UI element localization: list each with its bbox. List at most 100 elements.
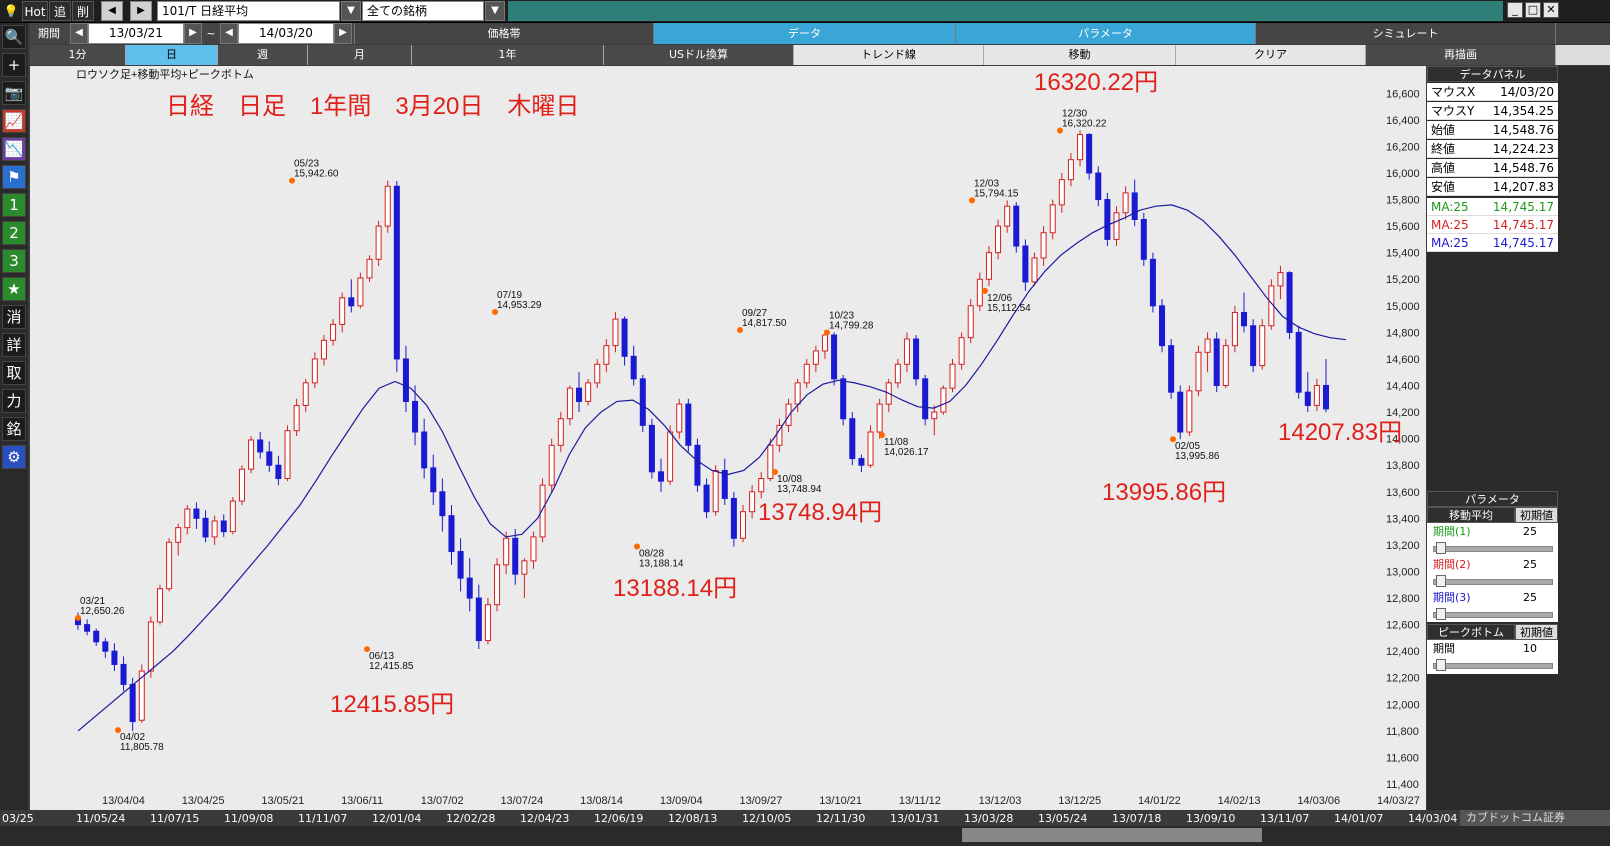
toolbar-button-13[interactable]: 力: [2, 389, 26, 413]
candle-body[interactable]: [621, 318, 628, 357]
candle-body[interactable]: [302, 382, 309, 406]
ma-period-slider[interactable]: [1433, 542, 1553, 554]
toolbar-button-10[interactable]: 消: [2, 305, 26, 329]
candle-body[interactable]: [1195, 351, 1202, 392]
gear-icon[interactable]: ⚙: [2, 445, 26, 469]
candle-body[interactable]: [931, 411, 938, 420]
flag-icon[interactable]: ⚑: [2, 165, 26, 189]
tab-simulate[interactable]: シミュレート: [1256, 23, 1556, 44]
date-from-next-button[interactable]: ▶: [184, 23, 202, 44]
tab-1year[interactable]: 1年: [412, 45, 604, 65]
ma-slider-knob[interactable]: [1436, 575, 1446, 587]
close-icon[interactable]: ✕: [1543, 2, 1559, 18]
candle-body[interactable]: [840, 378, 847, 420]
candle-body[interactable]: [494, 564, 501, 606]
candle-body[interactable]: [393, 185, 400, 360]
ma-init-button[interactable]: 初期値: [1515, 507, 1558, 523]
candle-body[interactable]: [639, 378, 646, 426]
delete-button[interactable]: 削: [72, 1, 94, 21]
candle-body[interactable]: [1058, 179, 1065, 206]
candle-body[interactable]: [220, 520, 227, 533]
candle-body[interactable]: [484, 604, 491, 642]
candle-body[interactable]: [676, 403, 683, 433]
candle-body[interactable]: [193, 508, 200, 519]
candle-body[interactable]: [794, 382, 801, 405]
toolbar-button-7[interactable]: 2: [2, 221, 26, 245]
history-date-label[interactable]: 13/11/07: [1260, 812, 1309, 825]
candle-body[interactable]: [248, 439, 255, 470]
tab-parameter[interactable]: パラメータ: [956, 23, 1256, 44]
candle-body[interactable]: [758, 477, 765, 493]
candle-body[interactable]: [284, 430, 291, 479]
candle-body[interactable]: [93, 630, 100, 643]
toolbar-button-11[interactable]: 詳: [2, 333, 26, 357]
candle-body[interactable]: [1295, 331, 1302, 393]
candle-body[interactable]: [913, 338, 920, 380]
candle-body[interactable]: [894, 363, 901, 384]
tab-weekly[interactable]: 週: [218, 45, 308, 65]
pb-slider-knob[interactable]: [1436, 659, 1446, 671]
candle-body[interactable]: [1168, 345, 1175, 393]
candle-body[interactable]: [330, 323, 337, 341]
candle-body[interactable]: [412, 400, 419, 433]
candle-body[interactable]: [1095, 172, 1102, 201]
candle-body[interactable]: [976, 278, 983, 307]
candle-body[interactable]: [821, 334, 828, 352]
date-from-input[interactable]: 13/03/21: [88, 23, 184, 44]
candle-body[interactable]: [175, 527, 182, 543]
candle-body[interactable]: [867, 431, 874, 466]
candle-body[interactable]: [1259, 325, 1266, 367]
candle-body[interactable]: [876, 403, 883, 433]
universe-dropdown-icon[interactable]: ▼: [485, 1, 505, 21]
candle-body[interactable]: [612, 318, 619, 347]
candle-body[interactable]: [1149, 258, 1156, 307]
minimize-icon[interactable]: _: [1507, 2, 1523, 18]
candle-body[interactable]: [1277, 272, 1284, 287]
next-symbol-button[interactable]: ▶: [130, 1, 152, 21]
candle-body[interactable]: [903, 338, 910, 365]
candle-body[interactable]: [1113, 212, 1120, 240]
candle-body[interactable]: [739, 511, 746, 539]
candle-body[interactable]: [512, 537, 519, 575]
date-to-prev-button[interactable]: ◀: [220, 23, 238, 44]
candle-body[interactable]: [1313, 385, 1320, 406]
candle-body[interactable]: [967, 305, 974, 339]
candle-body[interactable]: [1241, 311, 1248, 327]
candle-body[interactable]: [594, 363, 601, 384]
candle-body[interactable]: [229, 500, 236, 533]
ma-period-value[interactable]: 25: [1523, 589, 1537, 607]
candle-body[interactable]: [849, 418, 856, 460]
candle-body[interactable]: [357, 277, 364, 307]
candle-body[interactable]: [539, 484, 546, 538]
candle-body[interactable]: [922, 378, 929, 420]
candle-body[interactable]: [557, 418, 564, 446]
history-date-label[interactable]: 12/10/05: [742, 812, 791, 825]
history-date-label[interactable]: 13/05/24: [1038, 812, 1087, 825]
history-date-label[interactable]: 11/09/08: [224, 812, 273, 825]
candle-body[interactable]: [548, 444, 555, 486]
candle-body[interactable]: [238, 468, 245, 502]
candle-body[interactable]: [1322, 385, 1330, 410]
scrollbar-thumb[interactable]: [962, 828, 1262, 842]
candle-body[interactable]: [129, 683, 136, 723]
candle-body[interactable]: [858, 458, 865, 466]
history-date-label[interactable]: 12/06/19: [594, 812, 643, 825]
history-date-label[interactable]: 11/07/15: [150, 812, 199, 825]
candle-body[interactable]: [576, 387, 583, 402]
candle-body[interactable]: [102, 641, 109, 652]
ma-slider-knob[interactable]: [1436, 608, 1446, 620]
tab-daily[interactable]: 日: [126, 45, 218, 65]
candle-body[interactable]: [1040, 232, 1047, 259]
candle-body[interactable]: [603, 345, 610, 365]
prev-symbol-button[interactable]: ◀: [101, 1, 123, 21]
candle-body[interactable]: [767, 444, 774, 479]
candle-body[interactable]: [803, 363, 810, 384]
tab-1min[interactable]: 1分: [30, 45, 126, 65]
candle-body[interactable]: [667, 431, 674, 482]
candle-body[interactable]: [530, 536, 537, 562]
candle-body[interactable]: [949, 363, 956, 389]
candle-body[interactable]: [630, 355, 637, 380]
candle-body[interactable]: [749, 491, 756, 513]
maximize-icon[interactable]: □: [1525, 2, 1541, 18]
ma-period-value[interactable]: 25: [1523, 556, 1537, 574]
